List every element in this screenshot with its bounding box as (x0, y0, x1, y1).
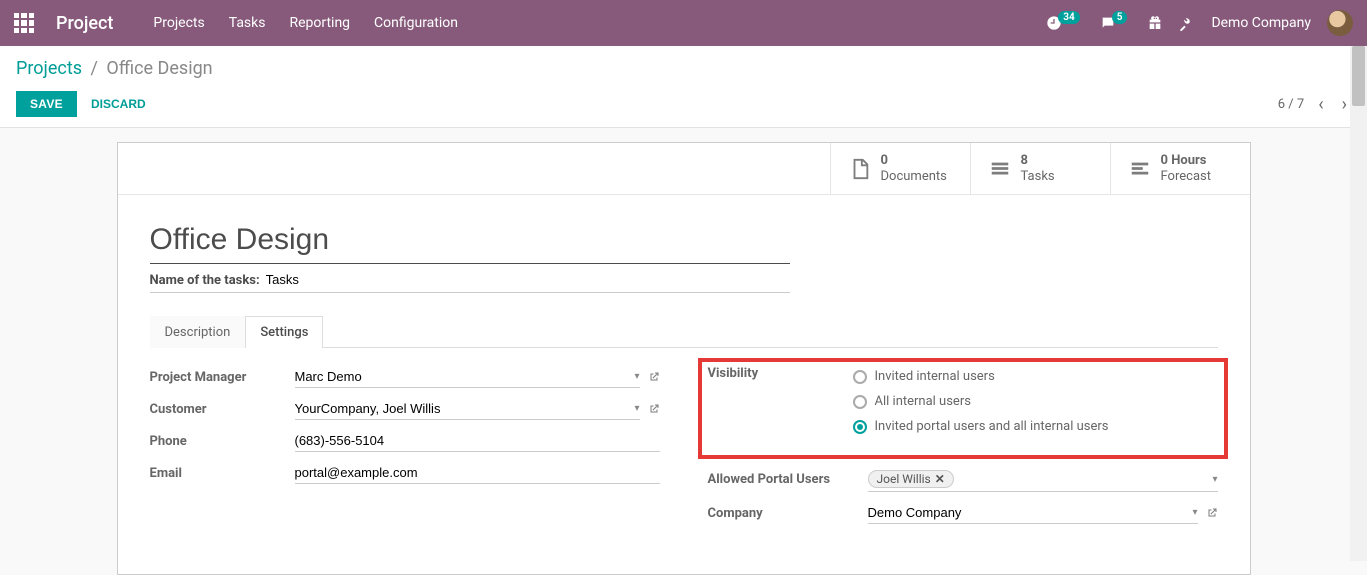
external-link-icon[interactable] (648, 371, 660, 383)
pager-text: 6 / 7 (1278, 97, 1304, 112)
settings-right-col: Visibility Invited internal users All in… (708, 366, 1218, 534)
company-switcher[interactable]: Demo Company (1211, 15, 1311, 31)
scrollbar-thumb[interactable] (1352, 46, 1365, 106)
dropdown-caret[interactable]: ▾ (634, 403, 639, 414)
portal-user-tag[interactable]: Joel Willis✕ (868, 470, 954, 488)
stat-documents[interactable]: 0Documents (830, 143, 970, 194)
nav-link-tasks[interactable]: Tasks (229, 15, 266, 31)
radio-icon (853, 420, 867, 434)
nav-link-projects[interactable]: Projects (153, 15, 204, 31)
tasks-name-input[interactable] (266, 272, 790, 287)
stat-row: 0Documents 8Tasks 0 HoursForecast (118, 143, 1250, 195)
field-visibility: Visibility Invited internal users All in… (708, 366, 1218, 437)
pager: 6 / 7 ‹ › (1278, 92, 1351, 117)
discard-button[interactable]: DISCARD (91, 97, 146, 111)
tab-description[interactable]: Description (150, 316, 246, 348)
field-phone: Phone (150, 430, 660, 452)
nav-links: Projects Tasks Reporting Configuration (153, 15, 458, 31)
gift-icon[interactable] (1147, 15, 1163, 31)
messages-badge: 5 (1112, 11, 1128, 24)
activities-badge: 34 (1058, 11, 1079, 24)
app-brand[interactable]: Project (56, 13, 113, 34)
pager-prev[interactable]: ‹ (1314, 92, 1327, 117)
breadcrumb-separator: / (90, 58, 97, 79)
tasks-icon (989, 158, 1011, 180)
activities-button[interactable]: 34 (1046, 15, 1083, 31)
field-customer: Customer ▾ (150, 398, 660, 420)
visibility-option-2[interactable]: Invited portal users and all internal us… (853, 419, 1109, 434)
stat-tasks[interactable]: 8Tasks (970, 143, 1110, 194)
user-avatar[interactable] (1327, 10, 1353, 36)
company-input[interactable] (868, 505, 1187, 520)
form-sheet: 0Documents 8Tasks 0 HoursForecast Name o… (117, 142, 1251, 575)
top-navbar: Project Projects Tasks Reporting Configu… (0, 0, 1367, 46)
apps-icon[interactable] (14, 13, 34, 33)
visibility-radio-group: Invited internal users All internal user… (853, 369, 1109, 434)
tab-settings[interactable]: Settings (245, 316, 323, 348)
field-company: Company ▾ (708, 502, 1218, 524)
visibility-highlight: Visibility Invited internal users All in… (698, 358, 1228, 459)
tools-icon[interactable] (1179, 15, 1195, 31)
project-manager-input[interactable] (295, 369, 629, 384)
field-project-manager: Project Manager ▾ (150, 366, 660, 388)
radio-icon (853, 395, 867, 409)
settings-left-col: Project Manager ▾ Customer ▾ Phone Email (150, 366, 660, 534)
dropdown-caret[interactable]: ▾ (1192, 507, 1197, 518)
field-email: Email (150, 462, 660, 484)
nav-link-reporting[interactable]: Reporting (289, 15, 350, 31)
tasks-name-label: Name of the tasks: (150, 273, 260, 288)
field-allowed-portal-users: Allowed Portal Users Joel Willis✕ ▾ (708, 467, 1218, 492)
messages-button[interactable]: 5 (1100, 15, 1132, 31)
pager-next[interactable]: › (1338, 92, 1351, 117)
save-button[interactable]: SAVE (16, 91, 77, 117)
control-bar: Projects / Office Design SAVE DISCARD 6 … (0, 46, 1367, 128)
forecast-icon (1129, 158, 1151, 180)
action-row: SAVE DISCARD 6 / 7 ‹ › (16, 91, 1351, 117)
breadcrumb-root[interactable]: Projects (16, 58, 82, 79)
radio-icon (853, 370, 867, 384)
visibility-option-1[interactable]: All internal users (853, 394, 1109, 409)
tabs: Description Settings (150, 315, 1218, 348)
vertical-scrollbar[interactable]: ▲ (1350, 46, 1367, 561)
project-name-input[interactable] (150, 219, 790, 264)
tab-settings-content: Project Manager ▾ Customer ▾ Phone Email (150, 348, 1218, 534)
tasks-name-row: Name of the tasks: (150, 272, 790, 293)
breadcrumb: Projects / Office Design (16, 58, 1351, 79)
visibility-option-0[interactable]: Invited internal users (853, 369, 1109, 384)
phone-input[interactable] (295, 433, 660, 448)
stat-forecast[interactable]: 0 HoursForecast (1110, 143, 1250, 194)
nav-link-configuration[interactable]: Configuration (374, 15, 458, 31)
customer-input[interactable] (295, 401, 629, 416)
document-icon (849, 158, 871, 180)
external-link-icon[interactable] (648, 403, 660, 415)
tag-remove-icon[interactable]: ✕ (935, 472, 945, 486)
dropdown-caret[interactable]: ▾ (1212, 474, 1217, 485)
nav-right: 34 5 Demo Company (1046, 10, 1353, 36)
external-link-icon[interactable] (1206, 507, 1218, 519)
breadcrumb-current: Office Design (106, 58, 212, 79)
dropdown-caret[interactable]: ▾ (634, 371, 639, 382)
email-input[interactable] (295, 465, 660, 480)
